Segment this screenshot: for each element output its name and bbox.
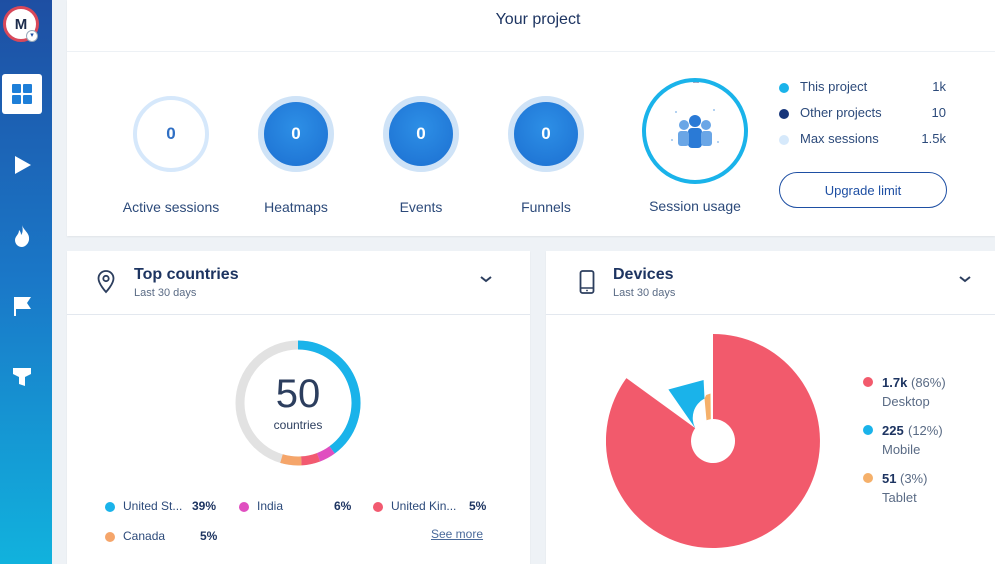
top-countries-subtitle: Last 30 days	[134, 287, 197, 299]
top-countries-title: Top countries	[134, 266, 239, 283]
users-group-icon	[671, 82, 719, 148]
devices-subtitle: Last 30 days	[613, 287, 676, 299]
country-item[interactable]: United Kin... 5%	[373, 499, 489, 515]
page-title: Your project	[67, 0, 995, 52]
devices-header: Devices Last 30 days	[546, 251, 995, 315]
devices-pie[interactable]	[605, 334, 820, 548]
metric-ring: 0	[258, 96, 334, 172]
legend-dot	[863, 377, 873, 387]
country-item[interactable]: Canada 5%	[105, 529, 217, 545]
metric-funnels[interactable]: 0 Funnels	[476, 96, 616, 215]
country-item[interactable]: United St... 39%	[105, 499, 217, 515]
countries-caption: countries	[273, 418, 323, 432]
metric-heatmaps[interactable]: 0 Heatmaps	[226, 96, 366, 215]
metric-events[interactable]: 0 Events	[351, 96, 491, 215]
session-usage-ring	[642, 78, 748, 184]
funnel-icon	[13, 368, 31, 386]
metric-label: Events	[399, 199, 443, 215]
chevron-down-icon[interactable]: ▾	[26, 30, 38, 42]
metric-label: Funnels	[521, 199, 571, 215]
play-icon	[15, 156, 31, 174]
metric-active-sessions[interactable]: 0 Active sessions	[101, 96, 241, 215]
devices-pie-chart	[605, 334, 820, 548]
countries-total: 50	[275, 372, 321, 416]
countries-donut[interactable]: 50 countries	[233, 338, 363, 468]
sidebar-item-dashboard[interactable]	[2, 74, 42, 114]
session-usage[interactable]: Session usage	[641, 78, 749, 214]
session-usage-label: Session usage	[649, 198, 741, 214]
top-countries-card: Top countries Last 30 days 50 countries …	[67, 251, 530, 564]
sidebar: M ▾	[0, 0, 52, 564]
legend-dot	[779, 109, 789, 119]
legend-dot	[105, 532, 115, 542]
sidebar-item-recordings[interactable]	[2, 145, 42, 185]
metric-ring: 0	[383, 96, 459, 172]
metric-ring: 0	[133, 96, 209, 172]
devices-card: Devices Last 30 days 1.7k (86%) Desktop …	[546, 251, 995, 564]
metric-ring: 0	[508, 96, 584, 172]
metric-label: Active sessions	[122, 199, 220, 215]
project-overview-card: Your project 0 Active sessions 0 Heatmap…	[67, 0, 995, 236]
flag-icon	[14, 297, 31, 316]
country-item[interactable]: India 6%	[239, 499, 355, 515]
grid-icon	[12, 84, 32, 104]
map-pin-icon	[97, 270, 115, 294]
devices-title: Devices	[613, 266, 674, 283]
sidebar-item-events[interactable]	[2, 286, 42, 326]
legend-dot	[863, 425, 873, 435]
legend-dot	[863, 473, 873, 483]
sidebar-item-heatmaps[interactable]	[2, 216, 42, 256]
legend-this-project: This project 1k	[779, 79, 949, 97]
see-more-link[interactable]: See more	[431, 527, 483, 541]
upgrade-limit-button[interactable]: Upgrade limit	[779, 172, 947, 208]
phone-icon	[579, 270, 595, 294]
top-countries-header: Top countries Last 30 days	[67, 251, 530, 315]
legend-dot	[779, 83, 789, 93]
sidebar-item-funnels[interactable]	[2, 356, 42, 396]
legend-other-projects: Other projects 10	[779, 105, 949, 123]
chevron-down-icon[interactable]	[480, 275, 492, 283]
flame-icon	[15, 225, 30, 247]
legend-dot	[779, 135, 789, 145]
chevron-down-icon[interactable]	[959, 275, 971, 283]
metric-label: Heatmaps	[264, 199, 328, 215]
legend-max-sessions: Max sessions 1.5k	[779, 131, 949, 149]
legend-dot	[373, 502, 383, 512]
legend-dot	[105, 502, 115, 512]
legend-dot	[239, 502, 249, 512]
